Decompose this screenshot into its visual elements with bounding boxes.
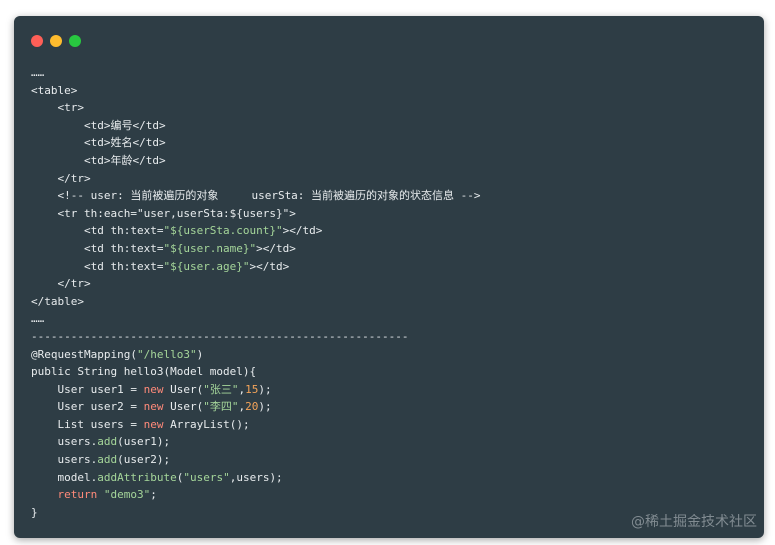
code-token: @RequestMapping( (31, 347, 137, 361)
watermark: @稀土掘金技术社区 (631, 514, 757, 530)
code-token: return (57, 488, 98, 502)
code-line: </table> (31, 293, 481, 311)
code-token: "${user.age}" (163, 259, 250, 273)
code-token: ArrayList(); (163, 417, 250, 431)
code-line: </tr> (31, 275, 481, 293)
code-line: model.addAttribute("users",users); (31, 469, 481, 487)
code-line: return "demo3"; (31, 486, 481, 504)
code-token: > (289, 206, 296, 220)
code-token: add (97, 453, 118, 467)
code-token: <tr th:each= (31, 206, 137, 220)
code-token: <!-- user: 当前被遍历的对象 userSta: 当前被遍历的对象的状态… (31, 189, 481, 203)
code-token: "/hello3" (136, 347, 197, 361)
code-token: </tr> (31, 171, 91, 185)
code-token: addAttribute (97, 470, 177, 484)
code-line: …… (31, 64, 481, 82)
code-line: <!-- user: 当前被遍历的对象 userSta: 当前被遍历的对象的状态… (31, 187, 481, 205)
code-line: List users = new ArrayList(); (31, 416, 481, 434)
code-token: User( (163, 382, 204, 396)
code-token: 15 (245, 382, 259, 396)
code-token: <table> (31, 83, 78, 97)
code-line: <tr> (31, 99, 481, 117)
code-token: ></td> (249, 259, 290, 273)
code-token: users. (31, 453, 98, 467)
code-token: ); (258, 400, 272, 414)
code-token: User( (163, 400, 204, 414)
code-token: (user1); (117, 435, 171, 449)
code-line: <td th:text="${user.age}"></td> (31, 258, 481, 276)
minimize-dot-icon (50, 35, 62, 47)
code-token: } (31, 505, 38, 519)
code-token: "李四" (203, 400, 239, 414)
code-token: <td>姓名</td> (31, 136, 166, 150)
code-token: ></td> (282, 224, 323, 238)
code-token: "张三" (203, 382, 239, 396)
code-token: ); (258, 382, 272, 396)
code-token: public String hello3(Model model){ (31, 365, 257, 379)
code-token: List users = (31, 417, 144, 431)
code-line: public String hello3(Model model){ (31, 363, 481, 381)
code-token: <td>年龄</td> (31, 153, 166, 167)
code-line: User user2 = new User("李四",20); (31, 398, 481, 416)
code-token: "users" (183, 470, 230, 484)
code-token: ----------------------------------------… (31, 329, 409, 343)
code-line: ----------------------------------------… (31, 328, 481, 346)
code-token: <td>编号</td> (31, 118, 166, 132)
code-line: users.add(user1); (31, 433, 481, 451)
code-token: (user2); (117, 453, 171, 467)
code-token: User user2 = (31, 400, 144, 414)
code-line: <td th:text="${user.name}"></td> (31, 240, 481, 258)
code-line: </tr> (31, 170, 481, 188)
code-token: add (97, 435, 118, 449)
code-token: "user,userSta:${users}" (136, 206, 290, 220)
code-line: <td th:text="${userSta.count}"></td> (31, 222, 481, 240)
code-token: </tr> (31, 277, 91, 291)
code-token: …… (31, 66, 45, 79)
code-token: ,users); (229, 470, 283, 484)
code-line: @RequestMapping("/hello3") (31, 346, 481, 364)
maximize-dot-icon (69, 35, 81, 47)
code-line: <td>姓名</td> (31, 134, 481, 152)
code-line: <table> (31, 82, 481, 100)
code-token: "${userSta.count}" (163, 224, 283, 238)
code-token: ) (196, 347, 204, 361)
code-token: ></td> (256, 241, 296, 255)
code-line: <tr th:each="user,userSta:${users}"> (31, 205, 481, 223)
code-window: …… <table> <tr> <td>编号</td> <td>姓名</td> <… (14, 16, 764, 538)
code-line: } (31, 504, 481, 522)
code-token: ; (150, 488, 157, 502)
code-token: </table> (31, 294, 84, 308)
code-token: new (143, 400, 164, 414)
code-token: new (143, 382, 164, 396)
code-token: <td th:text= (31, 241, 164, 255)
code-token: "demo3" (103, 488, 151, 502)
code-token: <tr> (31, 101, 84, 115)
code-token: …… (31, 312, 45, 326)
close-dot-icon (31, 35, 43, 47)
code-line: User user1 = new User("张三",15); (31, 381, 481, 399)
code-token: "${user.name}" (163, 241, 257, 255)
code-line: …… (31, 310, 481, 328)
code-token: model. (31, 470, 98, 484)
code-token: <td th:text= (31, 259, 164, 273)
code-line: <td>编号</td> (31, 117, 481, 135)
code-token: users. (31, 435, 98, 449)
code-token: 20 (245, 400, 259, 414)
code-block: …… <table> <tr> <td>编号</td> <td>姓名</td> <… (31, 64, 481, 521)
code-token: new (143, 417, 164, 431)
code-line: <td>年龄</td> (31, 152, 481, 170)
code-line: users.add(user2); (31, 451, 481, 469)
window-controls (31, 35, 81, 47)
code-token: <td th:text= (31, 224, 164, 238)
code-token: User user1 = (31, 382, 144, 396)
